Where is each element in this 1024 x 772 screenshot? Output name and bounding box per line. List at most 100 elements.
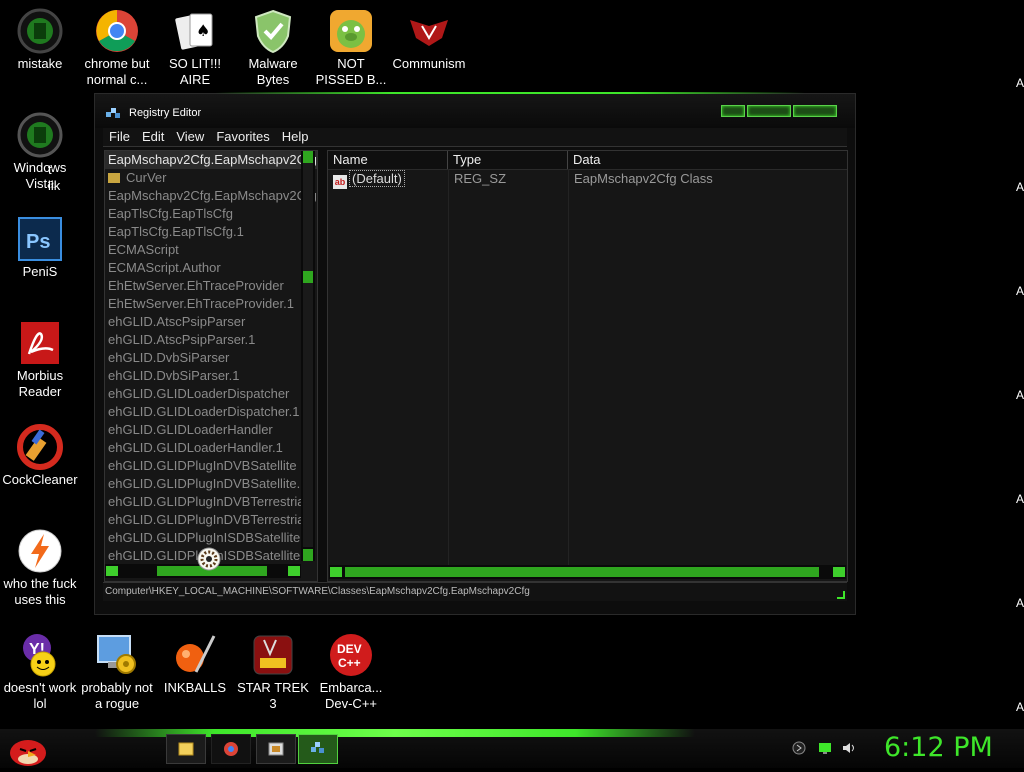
devcpp-icon: DEV C++ — [328, 632, 374, 678]
status-bar: Computer\HKEY_LOCAL_MACHINE\SOFTWARE\Cla… — [103, 582, 847, 601]
menu-help[interactable]: Help — [276, 128, 315, 146]
chrome-icon — [224, 742, 238, 756]
scroll-track[interactable] — [303, 163, 313, 547]
scroll-down-arrow[interactable] — [303, 549, 313, 561]
column-header-type[interactable]: Type — [448, 151, 568, 169]
pig-icon — [328, 8, 374, 54]
menu-view[interactable]: View — [170, 128, 210, 146]
taskbar-button-regedit[interactable] — [298, 734, 338, 764]
offscreen-icon-label: A — [1016, 76, 1024, 90]
tree-item[interactable]: EhEtwServer.EhTraceProvider — [105, 277, 317, 295]
taskbar: 6:12 PM — [0, 729, 1024, 768]
tree-item[interactable]: ECMAScript — [105, 241, 317, 259]
offscreen-icon-label: A — [1016, 180, 1024, 194]
column-header-name[interactable]: Name — [328, 151, 448, 169]
list-header: Name Type Data — [328, 151, 847, 170]
string-value-icon: ab — [333, 175, 347, 189]
menu-favorites[interactable]: Favorites — [210, 128, 275, 146]
start-button[interactable] — [6, 731, 50, 767]
tree-item[interactable]: ehGLID.GLIDPlugInISDBSatellite — [105, 529, 317, 547]
tree-item[interactable]: ehGLID.GLIDPlugInDVBSatellite.1 — [105, 475, 317, 493]
tray-monitor-icon[interactable] — [818, 741, 832, 755]
tree-item[interactable]: ehGLID.GLIDLoaderHandler.1 — [105, 439, 317, 457]
tree-item[interactable]: ehGLID.GLIDPlugInDVBTerrestrial — [105, 511, 317, 529]
scroll-up-arrow[interactable] — [303, 151, 313, 163]
svg-text:C++: C++ — [338, 656, 361, 670]
taskbar-button-chrome[interactable] — [211, 734, 251, 764]
desktop-icon-chrome[interactable]: chrome but normal c... — [77, 8, 157, 88]
scroll-right-arrow[interactable] — [288, 566, 300, 576]
offscreen-icon-label: A — [1016, 596, 1024, 610]
desktop-icon-label: probably not a rogue — [81, 680, 153, 711]
tree-item[interactable]: ECMAScript.Author — [105, 259, 317, 277]
tree-item[interactable]: ehGLID.GLIDLoaderHandler — [105, 421, 317, 439]
desktop-icon-communism[interactable]: Communism — [389, 8, 469, 72]
desktop-icon-inkballs[interactable]: INKBALLS — [155, 632, 235, 696]
desktop-icon-malwarebytes[interactable]: Malware Bytes — [233, 8, 313, 88]
registry-editor-window[interactable]: Registry Editor File Edit View Favorites… — [94, 92, 856, 615]
values-list[interactable]: Name Type Data ab (Default) REG_SZ EapMsc… — [327, 150, 848, 582]
tree-item[interactable]: ehGLID.GLIDLoaderDispatcher — [105, 385, 317, 403]
tree-item[interactable]: ehGLID.AtscPsipParser.1 — [105, 331, 317, 349]
tree-item[interactable]: ehGLID.GLIDLoaderDispatcher.1 — [105, 403, 317, 421]
desktop-icon-solitaire[interactable]: ♠ SO LIT!!! AIRE — [155, 8, 235, 88]
tray-network-icon[interactable] — [792, 741, 806, 755]
value-type-cell: REG_SZ — [454, 171, 507, 186]
desktop-icon-who-uses-this[interactable]: who the fuck uses this — [0, 528, 80, 608]
desktop-icon-not-pissed[interactable]: NOT PISSED B... — [311, 8, 391, 88]
startrek-icon — [250, 632, 296, 678]
scroll-right-arrow[interactable] — [833, 567, 845, 577]
folder-icon — [178, 742, 194, 756]
desktop-icon-photoshop[interactable]: Ps PeniS — [0, 216, 80, 280]
desktop-icon-label: NOT PISSED B... — [315, 56, 387, 87]
scroll-left-arrow[interactable] — [330, 567, 342, 577]
taskbar-clock[interactable]: 6:12 PM — [884, 732, 993, 763]
close-button[interactable] — [793, 105, 837, 117]
offscreen-icon-label: A — [1016, 492, 1024, 506]
shield-icon — [250, 8, 296, 54]
desktop-icon-devcpp[interactable]: DEV C++ Embarca... Dev-C++ — [311, 632, 391, 712]
tree-item-selected[interactable]: EapMschapv2Cfg.EapMschapv2Cfg — [105, 151, 317, 169]
title-bar[interactable]: Registry Editor — [95, 94, 855, 128]
desktop-icon-probably-not-rogue[interactable]: probably not a rogue — [77, 632, 157, 712]
tree-item[interactable]: EapMschapv2Cfg.EapMschapv2Cfg.1 — [105, 187, 317, 205]
value-name: (Default) — [349, 170, 405, 187]
taskbar-button-media[interactable] — [256, 734, 296, 764]
taskbar-button-explorer[interactable] — [166, 734, 206, 764]
tree-item[interactable]: ehGLID.DvbSiParser — [105, 349, 317, 367]
column-header-data[interactable]: Data — [568, 151, 847, 169]
svg-text:DEV: DEV — [337, 642, 362, 656]
svg-text:♠: ♠ — [196, 21, 210, 40]
tree-item[interactable]: EapTlsCfg.EapTlsCfg — [105, 205, 317, 223]
desktop-icon-star-trek[interactable]: STAR TREK 3 — [233, 632, 313, 712]
scroll-left-arrow[interactable] — [106, 566, 118, 576]
desktop-icon-morbius-reader[interactable]: Morbius Reader — [0, 320, 80, 400]
desktop-icon-label: doesn't work lol — [3, 680, 77, 711]
tree-item[interactable]: CurVer — [105, 169, 317, 187]
tree-item[interactable]: ehGLID.GLIDPlugInDVBSatellite — [105, 457, 317, 475]
tree-item[interactable]: ehGLID.GLIDPlugInDVBTerrestrial — [105, 493, 317, 511]
minimize-button[interactable] — [721, 105, 745, 117]
key-tree[interactable]: EapMschapv2Cfg.EapMschapv2Cfg CurVer Eap… — [104, 150, 318, 582]
resize-grip[interactable] — [837, 591, 845, 599]
scroll-thumb[interactable] — [303, 271, 313, 283]
desktop-icon-partial[interactable]: t lik — [48, 162, 88, 194]
tree-item[interactable]: ehGLID.AtscPsipParser — [105, 313, 317, 331]
tree-item[interactable]: ehGLID.DvbSiParser.1 — [105, 367, 317, 385]
tree-item[interactable]: EhEtwServer.EhTraceProvider.1 — [105, 295, 317, 313]
tray-volume-icon[interactable] — [842, 741, 856, 755]
desktop-icon-ccleaner[interactable]: CockCleaner — [0, 424, 80, 488]
scroll-thumb[interactable] — [345, 567, 819, 577]
value-name-cell[interactable]: ab (Default) — [333, 170, 405, 189]
desktop-icon-yahoo[interactable]: Y! doesn't work lol — [0, 632, 80, 712]
menu-file[interactable]: File — [103, 128, 136, 146]
photoshop-icon: Ps — [17, 216, 63, 262]
tree-vertical-scrollbar[interactable] — [301, 151, 315, 561]
tree-item[interactable]: EapTlsCfg.EapTlsCfg.1 — [105, 223, 317, 241]
maximize-button[interactable] — [747, 105, 791, 117]
desktop-icon-mistake[interactable]: mistake — [0, 8, 80, 72]
regedit-icon — [311, 742, 324, 753]
list-horizontal-scrollbar[interactable] — [329, 565, 846, 579]
column-separator — [568, 169, 569, 567]
menu-edit[interactable]: Edit — [136, 128, 170, 146]
